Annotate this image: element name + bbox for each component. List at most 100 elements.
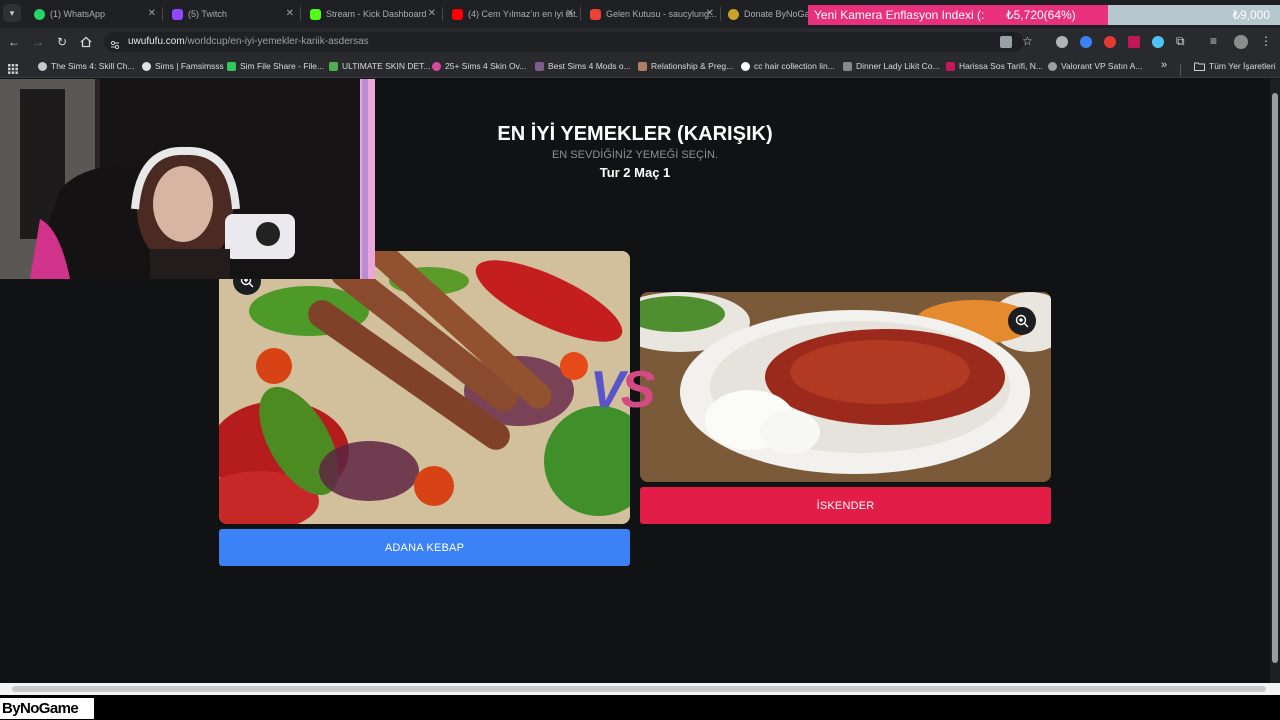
bookmarks-overflow-button[interactable]: » bbox=[1161, 59, 1167, 71]
tab-youtube[interactable]: (4) Cem Yılmaz'ın en iyi tat... ✕ bbox=[446, 2, 578, 26]
site-icon bbox=[638, 61, 647, 71]
bookmark-item[interactable]: Dinner Lady Likit Co... bbox=[843, 61, 940, 71]
vertical-scrollbar[interactable] bbox=[1270, 79, 1280, 683]
close-tab-icon[interactable]: ✕ bbox=[566, 8, 574, 19]
right-choice-image[interactable] bbox=[640, 292, 1051, 482]
tab-title: (4) Cem Yılmaz'ın en iyi tat... bbox=[468, 9, 578, 19]
left-choice-button[interactable]: ADANA KEBAP bbox=[219, 529, 630, 566]
tab-title: (5) Twitch bbox=[188, 9, 227, 19]
bookmark-item[interactable]: 25+ Sims 4 Skin Ov... bbox=[432, 61, 526, 71]
arrow-left-icon: ← bbox=[8, 35, 20, 49]
bookmark-item[interactable]: Best Sims 4 Mods o... bbox=[535, 61, 631, 71]
iskender-photo bbox=[640, 292, 1051, 482]
extensions-puzzle-icon[interactable]: ⧉ bbox=[1176, 34, 1185, 49]
site-icon bbox=[843, 61, 852, 71]
plumbob-icon bbox=[227, 61, 236, 71]
bookmark-star-icon[interactable]: ☆ bbox=[1022, 34, 1033, 48]
profile-avatar[interactable] bbox=[1234, 35, 1248, 49]
bookmark-label: Dinner Lady Likit Co... bbox=[856, 61, 940, 71]
tab-kick[interactable]: Stream - Kick Dashboard ✕ bbox=[304, 2, 440, 26]
site-icon bbox=[741, 61, 750, 71]
menu-kebab-icon[interactable]: ⋮ bbox=[1260, 34, 1272, 48]
vs-letter-v: V bbox=[590, 361, 625, 419]
translate-icon[interactable] bbox=[1000, 36, 1012, 48]
bookmark-label: Sims | Famsimsss bbox=[155, 61, 224, 71]
tab-divider bbox=[720, 7, 721, 21]
bookmark-label: Harissa Sos Tarifi, N... bbox=[959, 61, 1043, 71]
close-tab-icon[interactable]: ✕ bbox=[286, 8, 294, 19]
reload-button[interactable]: ↻ bbox=[54, 34, 70, 50]
bookmark-label: Relationship & Preg... bbox=[651, 61, 734, 71]
site-icon bbox=[432, 61, 441, 71]
vs-letter-s: S bbox=[620, 361, 656, 419]
url-host: uwufufu.com bbox=[128, 36, 185, 47]
bookmark-item[interactable]: Sims | Famsimsss bbox=[142, 61, 224, 71]
extension-icon-download[interactable] bbox=[1152, 36, 1164, 48]
bookmark-item[interactable]: Relationship & Preg... bbox=[638, 61, 733, 71]
whatsapp-icon bbox=[34, 8, 45, 20]
bookmark-item[interactable]: ULTIMATE SKIN DET... bbox=[329, 61, 430, 71]
chevron-down-icon: ▾ bbox=[9, 7, 15, 18]
forward-button[interactable]: → bbox=[30, 34, 46, 50]
adana-kebab-photo bbox=[219, 251, 630, 524]
vertical-scroll-thumb[interactable] bbox=[1272, 93, 1278, 663]
extension-icon-red[interactable] bbox=[1104, 36, 1116, 48]
bookmark-label: Best Sims 4 Mods o... bbox=[548, 61, 631, 71]
home-button[interactable] bbox=[78, 34, 94, 50]
tab-divider bbox=[442, 7, 443, 21]
bookmarks-divider bbox=[1180, 64, 1181, 76]
bookmark-item[interactable]: The Sims 4: Skill Ch... bbox=[38, 61, 135, 71]
right-zoom-button[interactable] bbox=[1008, 307, 1036, 335]
tab-twitch[interactable]: (5) Twitch ✕ bbox=[166, 2, 298, 26]
tab-divider bbox=[162, 7, 163, 21]
tab-bynogame[interactable]: Donate ByNoGame bbox=[722, 2, 812, 26]
arrow-right-icon: → bbox=[32, 35, 44, 49]
extension-icon-pink[interactable] bbox=[1128, 36, 1140, 48]
bookmark-label: Valorant VP Satın A... bbox=[1061, 61, 1143, 71]
url-text[interactable]: uwufufu.com/worldcup/en-iyi-yemekler-kar… bbox=[128, 36, 369, 47]
gmail-icon bbox=[590, 8, 601, 20]
sims-icon bbox=[142, 61, 151, 71]
extension-icon-blue[interactable] bbox=[1080, 36, 1092, 48]
site-icon bbox=[535, 61, 544, 71]
site-icon bbox=[946, 61, 955, 71]
donation-goal-overlay: Yeni Kamera Enflasyon Indexi (: ₺5,720(6… bbox=[808, 5, 1280, 25]
site-icon bbox=[1048, 61, 1057, 71]
bookmark-item[interactable]: Harissa Sos Tarifi, N... bbox=[946, 61, 1043, 71]
bynogame-logo: ByNoGame bbox=[0, 698, 94, 719]
right-choice-button[interactable]: İSKENDER bbox=[640, 487, 1051, 524]
bookmark-label: cc hair collection lin... bbox=[754, 61, 835, 71]
apps-grid-icon[interactable] bbox=[8, 61, 18, 74]
tab-whatsapp[interactable]: (1) WhatsApp ✕ bbox=[28, 2, 160, 26]
close-tab-icon[interactable]: ✕ bbox=[148, 8, 156, 19]
all-bookmarks-folder[interactable]: Tüm Yer İşaretleri bbox=[1194, 61, 1276, 71]
bookmark-label: ULTIMATE SKIN DET... bbox=[342, 61, 431, 71]
horizontal-scrollbar[interactable] bbox=[0, 683, 1280, 695]
reading-list-icon[interactable]: ≡ bbox=[1210, 34, 1217, 48]
tab-divider bbox=[580, 7, 581, 21]
streamer-webcam-feed bbox=[0, 79, 375, 279]
browser-toolbar: ← → ↻ uwufufu.com/worldcup/en-iyi-yemekl… bbox=[0, 28, 1280, 56]
bookmarks-bar: The Sims 4: Skill Ch... Sims | Famsimsss… bbox=[0, 56, 1280, 78]
tab-divider bbox=[300, 7, 301, 21]
donation-goal-title: Yeni Kamera Enflasyon Indexi (: bbox=[814, 8, 985, 22]
folder-icon bbox=[1194, 62, 1205, 71]
bynogame-icon bbox=[728, 8, 739, 20]
back-button[interactable]: ← bbox=[6, 34, 22, 50]
bookmark-item[interactable]: Sim File Share - File... bbox=[227, 61, 324, 71]
reload-icon: ↻ bbox=[56, 35, 68, 49]
plus-icon bbox=[329, 61, 338, 71]
bookmark-item[interactable]: Valorant VP Satın A... bbox=[1048, 61, 1142, 71]
close-tab-icon[interactable]: ✕ bbox=[706, 8, 714, 19]
left-choice-image[interactable] bbox=[219, 251, 630, 524]
tab-search-button[interactable]: ▾ bbox=[3, 4, 21, 22]
chevron-double-right-icon: » bbox=[1161, 59, 1168, 71]
site-info-icon[interactable] bbox=[110, 37, 120, 50]
youtube-icon bbox=[452, 8, 463, 20]
close-tab-icon[interactable]: ✕ bbox=[428, 8, 436, 19]
horizontal-scroll-thumb[interactable] bbox=[12, 686, 1266, 692]
shield-extension-icon[interactable] bbox=[1056, 36, 1068, 48]
tab-gmail[interactable]: Gelen Kutusu - saucylung... ✕ bbox=[584, 2, 718, 26]
bookmark-item[interactable]: cc hair collection lin... bbox=[741, 61, 835, 71]
bookmark-label: Sim File Share - File... bbox=[240, 61, 325, 71]
